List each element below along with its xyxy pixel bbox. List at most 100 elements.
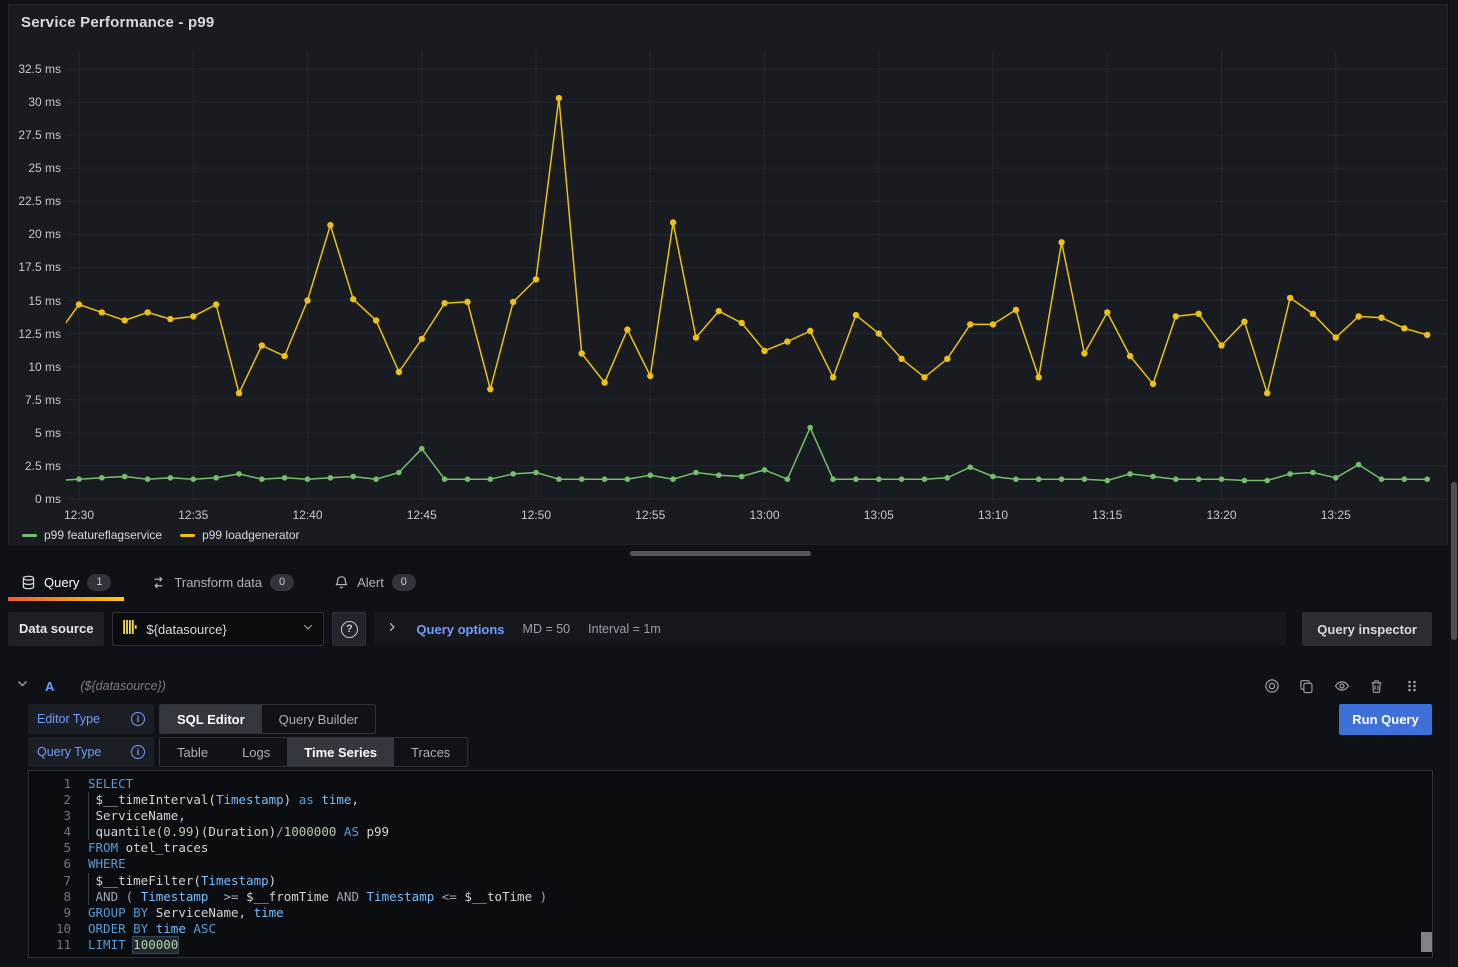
line-number: 11: [29, 937, 88, 953]
grafana-panel-edit-page: Service Performance - p99 0 ms2.5 ms5 ms…: [0, 0, 1458, 967]
x-axis-tick-label: 12:55: [635, 508, 665, 522]
tab-alert-label: Alert: [357, 575, 384, 590]
duplicate-query-icon[interactable]: [1294, 674, 1319, 699]
code-line: 3 ServiceName,: [29, 808, 1432, 824]
question-circle-icon: ?: [341, 621, 358, 638]
x-axis-tick-label: 13:00: [749, 508, 779, 522]
code-line: 11LIMIT 100000: [29, 937, 1432, 953]
editor-type-sql-editor[interactable]: SQL Editor: [160, 705, 262, 733]
page-scrollbar-thumb[interactable]: [1451, 482, 1457, 640]
code-line: 6WHERE: [29, 856, 1432, 872]
query-type-time-series[interactable]: Time Series: [287, 738, 394, 766]
drag-handle-icon[interactable]: [1399, 674, 1424, 699]
legend-item[interactable]: p99 featureflagservice: [22, 528, 162, 542]
code-line: 10ORDER BY time ASC: [29, 921, 1432, 937]
x-axis-tick-label: 12:40: [292, 508, 322, 522]
eye-icon[interactable]: [1329, 674, 1354, 699]
legend-series-color: [22, 534, 37, 537]
datasource-toolbar: Data source ${datasource} ? Query option…: [8, 612, 1432, 646]
y-axis-tick-label: 27.5 ms: [9, 128, 61, 142]
line-number: 8: [29, 889, 88, 905]
trash-icon[interactable]: [1364, 674, 1389, 699]
line-number: 2: [29, 792, 88, 808]
info-icon[interactable]: i: [131, 745, 145, 759]
y-axis-tick-label: 15 ms: [9, 294, 61, 308]
x-axis-tick-label: 13:05: [864, 508, 894, 522]
line-number: 9: [29, 905, 88, 921]
editor-type-query-builder[interactable]: Query Builder: [262, 705, 375, 733]
clickhouse-datasource-icon: [122, 619, 138, 640]
code-line: 9GROUP BY ServiceName, time: [29, 905, 1432, 921]
y-axis-tick-label: 7.5 ms: [9, 393, 61, 407]
code-line: 7 $__timeFilter(Timestamp): [29, 873, 1432, 889]
chevron-down-icon: [302, 620, 314, 638]
editor-type-row: Editor Type i SQL EditorQuery Builder: [28, 704, 376, 734]
y-axis-tick-label: 0 ms: [9, 492, 61, 506]
query-type-logs[interactable]: Logs: [225, 738, 287, 766]
editor-scrollbar-thumb[interactable]: [1421, 932, 1432, 952]
datasource-select[interactable]: ${datasource}: [112, 612, 324, 646]
y-axis-tick-label: 25 ms: [9, 161, 61, 175]
legend-item[interactable]: p99 loadgenerator: [180, 528, 299, 542]
query-inspector-button[interactable]: Query inspector: [1302, 612, 1432, 646]
panel-horizontal-scrollbar[interactable]: [630, 551, 811, 556]
tab-alert-badge: 0: [392, 574, 416, 591]
line-number: 10: [29, 921, 88, 937]
run-query-button[interactable]: Run Query: [1339, 704, 1432, 735]
editor-type-label: Editor Type i: [28, 704, 154, 734]
sql-code-lines: 1SELECT2 $__timeInterval(Timestamp) as t…: [29, 771, 1432, 953]
collapse-chevron-icon[interactable]: [16, 677, 29, 695]
tab-query-badge: 1: [87, 574, 111, 591]
query-row-header[interactable]: A (${datasource}): [8, 671, 1432, 701]
code-line: 8 AND ( Timestamp >= $__fromTime AND Tim…: [29, 889, 1432, 905]
x-axis-tick-label: 12:45: [407, 508, 437, 522]
chevron-right-icon[interactable]: [386, 620, 398, 638]
x-axis-tick-label: 13:20: [1206, 508, 1236, 522]
timeseries-chart: 0 ms2.5 ms5 ms7.5 ms10 ms12.5 ms15 ms17.…: [9, 5, 1447, 544]
y-axis-tick-label: 5 ms: [9, 426, 61, 440]
tab-transform-label: Transform data: [174, 575, 262, 590]
x-axis-tick-label: 12:50: [521, 508, 551, 522]
legend-series-label: p99 loadgenerator: [202, 528, 299, 542]
code-line: 2 $__timeInterval(Timestamp) as time,: [29, 792, 1432, 808]
x-axis-tick-label: 12:35: [178, 508, 208, 522]
database-icon: [21, 575, 36, 590]
query-options-toggle[interactable]: Query options: [416, 622, 504, 637]
bell-icon: [334, 575, 349, 590]
info-icon[interactable]: i: [131, 712, 145, 726]
transform-icon: [151, 575, 166, 590]
query-type-traces[interactable]: Traces: [394, 738, 467, 766]
query-options-bar: Query options MD = 50 Interval = 1m: [374, 612, 1286, 646]
y-axis-tick-label: 10 ms: [9, 360, 61, 374]
datasource-select-value: ${datasource}: [146, 622, 294, 637]
line-number: 7: [29, 873, 88, 889]
tab-alert[interactable]: Alert 0: [321, 564, 429, 601]
datasource-help-button[interactable]: ?: [332, 612, 366, 646]
y-axis-tick-label: 2.5 ms: [9, 459, 61, 473]
x-axis-tick-label: 13:15: [1092, 508, 1122, 522]
y-axis-tick-label: 12.5 ms: [9, 327, 61, 341]
y-axis-tick-label: 30 ms: [9, 95, 61, 109]
tab-query[interactable]: Query 1: [8, 564, 124, 601]
sql-code-editor[interactable]: 1SELECT2 $__timeInterval(Timestamp) as t…: [28, 770, 1433, 958]
query-type-label: Query Type i: [28, 737, 154, 767]
line-number: 1: [29, 776, 88, 792]
y-axis-tick-label: 20 ms: [9, 227, 61, 241]
line-number: 3: [29, 808, 88, 824]
datasource-label: Data source: [8, 612, 104, 646]
query-type-row: Query Type i TableLogsTime SeriesTraces: [28, 737, 468, 767]
x-axis-tick-label: 12:30: [64, 508, 94, 522]
query-row-actions: [1259, 674, 1424, 699]
query-type-group: TableLogsTime SeriesTraces: [159, 737, 468, 767]
tab-query-label: Query: [44, 575, 79, 590]
code-line: 4 quantile(0.99)(Duration)/1000000 AS p9…: [29, 824, 1432, 840]
record-icon[interactable]: [1259, 674, 1284, 699]
query-row-datasource: (${datasource}): [80, 679, 165, 693]
tab-transform-badge: 0: [270, 574, 294, 591]
y-axis-tick-label: 22.5 ms: [9, 194, 61, 208]
legend-series-color: [180, 534, 195, 537]
line-number: 6: [29, 856, 88, 872]
query-type-table[interactable]: Table: [160, 738, 225, 766]
max-data-points-value: MD = 50: [523, 622, 571, 636]
tab-transform-data[interactable]: Transform data 0: [138, 564, 307, 601]
